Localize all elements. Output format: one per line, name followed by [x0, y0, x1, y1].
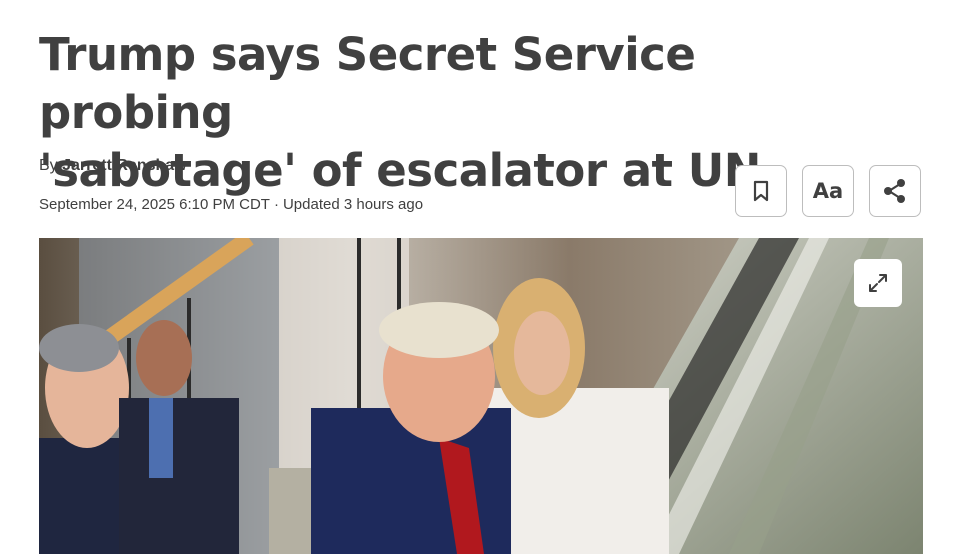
text-size-label: Aa	[812, 179, 844, 203]
bookmark-button[interactable]	[735, 165, 787, 217]
author-link[interactable]: Jarrett Renshaw	[62, 157, 187, 174]
byline: By Jarrett Renshaw	[39, 157, 187, 175]
dateline-separator: ·	[273, 196, 279, 213]
expand-image-button[interactable]	[854, 259, 902, 307]
hero-photo-illustration	[39, 238, 923, 554]
byline-prefix: By	[39, 157, 58, 174]
published-time: September 24, 2025 6:10 PM CDT	[39, 196, 270, 213]
share-icon	[884, 179, 905, 203]
bookmark-icon	[753, 180, 769, 202]
text-size-button[interactable]: Aa	[802, 165, 854, 217]
hero-photo[interactable]	[39, 238, 923, 554]
expand-icon	[869, 274, 887, 292]
dateline: September 24, 2025 6:10 PM CDT · Updated 3…	[39, 196, 423, 213]
share-button[interactable]	[869, 165, 921, 217]
headline-line-1: Trump says Secret Service probing	[39, 28, 696, 139]
updated-time: Updated 3 hours ago	[282, 196, 424, 213]
article-toolbar: Aa	[735, 165, 921, 217]
